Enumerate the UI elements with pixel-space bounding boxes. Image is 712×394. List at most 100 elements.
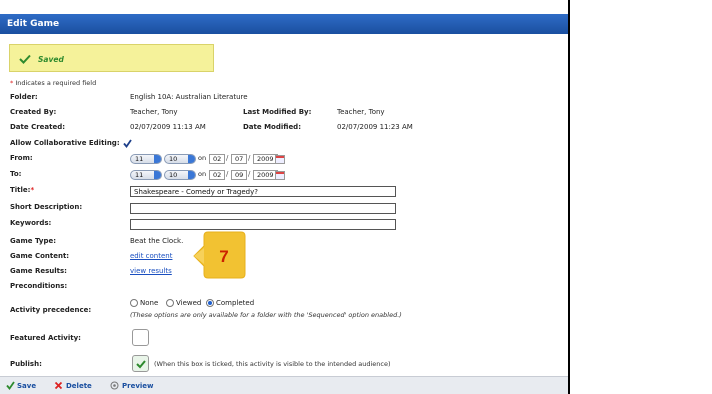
date-created-row: Date Created: 02/07/2009 11:13 AM Date M…	[10, 123, 560, 135]
required-star: *	[30, 186, 35, 194]
last-modified-by-label: Last Modified By:	[243, 108, 312, 116]
save-button[interactable]: Save	[17, 382, 36, 390]
vertical-divider	[568, 0, 570, 394]
page-title: Edit Game	[0, 14, 570, 34]
step-callout: 7	[193, 231, 246, 279]
featured-activity-checkbox[interactable]	[132, 329, 149, 346]
featured-activity-label: Featured Activity:	[10, 334, 81, 342]
check-icon	[19, 54, 31, 64]
preview-icon	[110, 381, 119, 390]
activity-precedence-row: Activity precedence: None Viewed Complet…	[10, 298, 560, 322]
short-description-row: Short Description:	[10, 203, 560, 215]
date-separator: /	[226, 170, 229, 178]
date-created-value: 02/07/2009 11:13 AM	[130, 123, 206, 131]
precedence-none-radio[interactable]	[130, 299, 138, 307]
precedence-completed-radio[interactable]	[206, 299, 214, 307]
keywords-label: Keywords:	[10, 219, 52, 227]
title-row: Title:* Shakespeare - Comedy or Tragedy?	[10, 186, 560, 198]
from-on-label: on	[198, 154, 207, 162]
created-by-label: Created By:	[10, 108, 57, 116]
to-row: To: 11 10 on 02 / 09 / 2009	[10, 170, 560, 182]
to-minute-select[interactable]: 10	[164, 170, 196, 180]
to-on-label: on	[198, 170, 207, 178]
publish-checkbox[interactable]	[132, 355, 149, 372]
view-results-link[interactable]: view results	[130, 267, 172, 275]
delete-button[interactable]: Delete	[66, 382, 92, 390]
to-hour-value: 11	[135, 171, 144, 179]
allow-collab-row: Allow Collaborative Editing:	[10, 139, 560, 151]
short-description-label: Short Description:	[10, 203, 83, 211]
saved-status-box: Saved	[9, 44, 214, 72]
title-input[interactable]: Shakespeare - Comedy or Tragedy?	[130, 186, 396, 197]
folder-label: Folder:	[10, 93, 38, 101]
precedence-note: (These options are only available for a …	[130, 311, 402, 319]
game-type-value: Beat the Clock.	[130, 237, 184, 245]
keywords-row: Keywords:	[10, 219, 560, 231]
edit-content-link[interactable]: edit content	[130, 252, 172, 260]
folder-row: Folder: English 10A: Australian Literatu…	[10, 93, 560, 105]
to-hour-select[interactable]: 11	[130, 170, 162, 180]
title-label: Title:*	[10, 186, 34, 194]
date-modified-label: Date Modified:	[243, 123, 301, 131]
allow-collab-checkbox[interactable]	[123, 139, 132, 148]
precedence-viewed-radio[interactable]	[166, 299, 174, 307]
activity-precedence-label: Activity precedence:	[10, 306, 92, 314]
last-modified-by-value: Teacher, Tony	[337, 108, 385, 116]
preconditions-label: Preconditions:	[10, 282, 68, 290]
keywords-input[interactable]	[130, 219, 396, 230]
check-icon	[136, 360, 146, 369]
precedence-completed-label: Completed	[216, 299, 255, 307]
date-separator: /	[226, 154, 229, 162]
calendar-icon[interactable]	[275, 171, 285, 180]
from-minute-value: 10	[169, 155, 178, 163]
required-field-note: * Indicates a required field	[10, 79, 96, 87]
allow-collab-label: Allow Collaborative Editing:	[10, 139, 120, 147]
saved-label: Saved	[38, 55, 64, 64]
game-content-row: Game Content: edit content	[10, 252, 560, 264]
game-results-label: Game Results:	[10, 267, 67, 275]
title-label-text: Title:	[10, 186, 31, 194]
date-created-label: Date Created:	[10, 123, 66, 131]
game-results-row: Game Results: view results	[10, 267, 560, 279]
preconditions-row: Preconditions:	[10, 282, 560, 294]
to-month-input[interactable]: 09	[231, 170, 248, 180]
date-separator: /	[248, 154, 251, 162]
from-month-input[interactable]: 07	[231, 154, 248, 164]
from-minute-select[interactable]: 10	[164, 154, 196, 164]
publish-row: Publish: (When this box is ticked, this …	[10, 355, 560, 375]
date-separator: /	[248, 170, 251, 178]
date-modified-value: 02/07/2009 11:23 AM	[337, 123, 413, 131]
from-hour-value: 11	[135, 155, 144, 163]
created-by-row: Created By: Teacher, Tony Last Modified …	[10, 108, 560, 120]
callout-number: 7	[219, 247, 228, 266]
created-by-value: Teacher, Tony	[130, 108, 178, 116]
precedence-viewed-label: Viewed	[176, 299, 202, 307]
required-note-text: Indicates a required field	[13, 79, 97, 87]
from-hour-select[interactable]: 11	[130, 154, 162, 164]
preview-button[interactable]: Preview	[122, 382, 154, 390]
from-label: From:	[10, 154, 33, 162]
to-label: To:	[10, 170, 22, 178]
action-bar: Save Delete Preview	[0, 376, 570, 394]
from-day-input[interactable]: 02	[209, 154, 226, 164]
delete-icon	[54, 381, 63, 390]
to-minute-value: 10	[169, 171, 178, 179]
to-day-input[interactable]: 02	[209, 170, 226, 180]
select-arrow-icon	[188, 171, 195, 179]
calendar-icon[interactable]	[275, 155, 285, 164]
select-arrow-icon	[188, 155, 195, 163]
folder-value: English 10A: Australian Literature	[130, 93, 248, 101]
from-row: From: 11 10 on 02 / 07 / 2009	[10, 154, 560, 166]
precedence-none-label: None	[140, 299, 159, 307]
to-year-input[interactable]: 2009	[253, 170, 278, 180]
short-description-input[interactable]	[130, 203, 396, 214]
game-type-label: Game Type:	[10, 237, 57, 245]
save-icon	[6, 381, 15, 390]
select-arrow-icon	[154, 171, 161, 179]
edit-game-panel: Edit Game Saved * Indicates a required f…	[0, 0, 570, 394]
game-content-label: Game Content:	[10, 252, 70, 260]
game-type-row: Game Type: Beat the Clock.	[10, 237, 560, 249]
from-year-input[interactable]: 2009	[253, 154, 278, 164]
publish-label: Publish:	[10, 360, 42, 368]
select-arrow-icon	[154, 155, 161, 163]
